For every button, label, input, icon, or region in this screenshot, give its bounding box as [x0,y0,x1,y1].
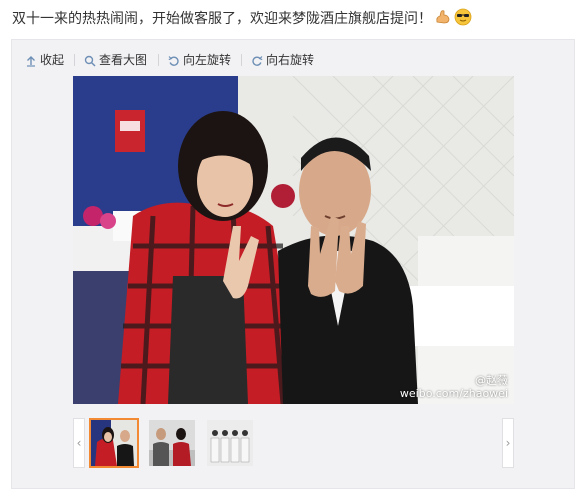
thumbnail-3-image [207,420,253,466]
rotate-left-button[interactable]: 向左旋转 [168,52,231,68]
chevron-right-icon: › [505,436,511,450]
post-text-content: 双十一来的热热闹闹，开始做客服了，欢迎来梦陇酒庄旗舰店提问！ [12,11,432,27]
flexed-biceps-icon [436,10,450,24]
view-large-button[interactable]: 查看大图 [84,52,147,68]
rotate-right-icon [252,56,263,66]
sunglasses-face-icon [454,8,472,26]
thumbnail-strip: ‹ › [73,418,514,470]
thumbnail-3[interactable] [205,418,255,468]
rotate-left-label: 向左旋转 [183,53,232,67]
thumbnail-2[interactable] [147,418,197,468]
magnifier-icon [84,55,96,67]
rotate-left-icon [168,56,179,66]
photo-watermark: @赵薇 weibo.com/zhaowei [400,374,508,400]
post-text: 双十一来的热热闹闹，开始做客服了，欢迎来梦陇酒庄旗舰店提问！ [12,8,572,30]
thumb-prev-arrow[interactable]: ‹ [73,418,85,468]
arrow-up-icon [27,56,35,67]
toolbar-divider [158,54,159,66]
watermark-url: weibo.com/zhaowei [399,387,508,400]
watermark-user: @赵薇 [475,374,508,387]
collapse-label: 收起 [40,53,65,67]
thumbnail-1-image [91,420,137,466]
toolbar-divider [74,54,75,66]
collapse-button[interactable]: 收起 [25,52,64,68]
main-photo[interactable]: @赵薇 weibo.com/zhaowei [73,76,514,404]
rotate-right-button[interactable]: 向右旋转 [251,52,314,68]
thumbnail-1[interactable] [89,418,139,468]
media-toolbar: 收起 查看大图 向左旋转 向右旋转 [12,40,574,80]
chevron-left-icon: ‹ [76,436,82,450]
media-viewer: 收起 查看大图 向左旋转 向右旋转 @赵薇 weibo.com/zhaowei … [11,39,575,489]
rotate-right-label: 向右旋转 [266,53,315,67]
toolbar-divider [241,54,242,66]
thumb-next-arrow[interactable]: › [502,418,514,468]
thumbnail-2-image [149,420,195,466]
view-large-label: 查看大图 [99,53,148,67]
main-photo-image [73,76,514,404]
